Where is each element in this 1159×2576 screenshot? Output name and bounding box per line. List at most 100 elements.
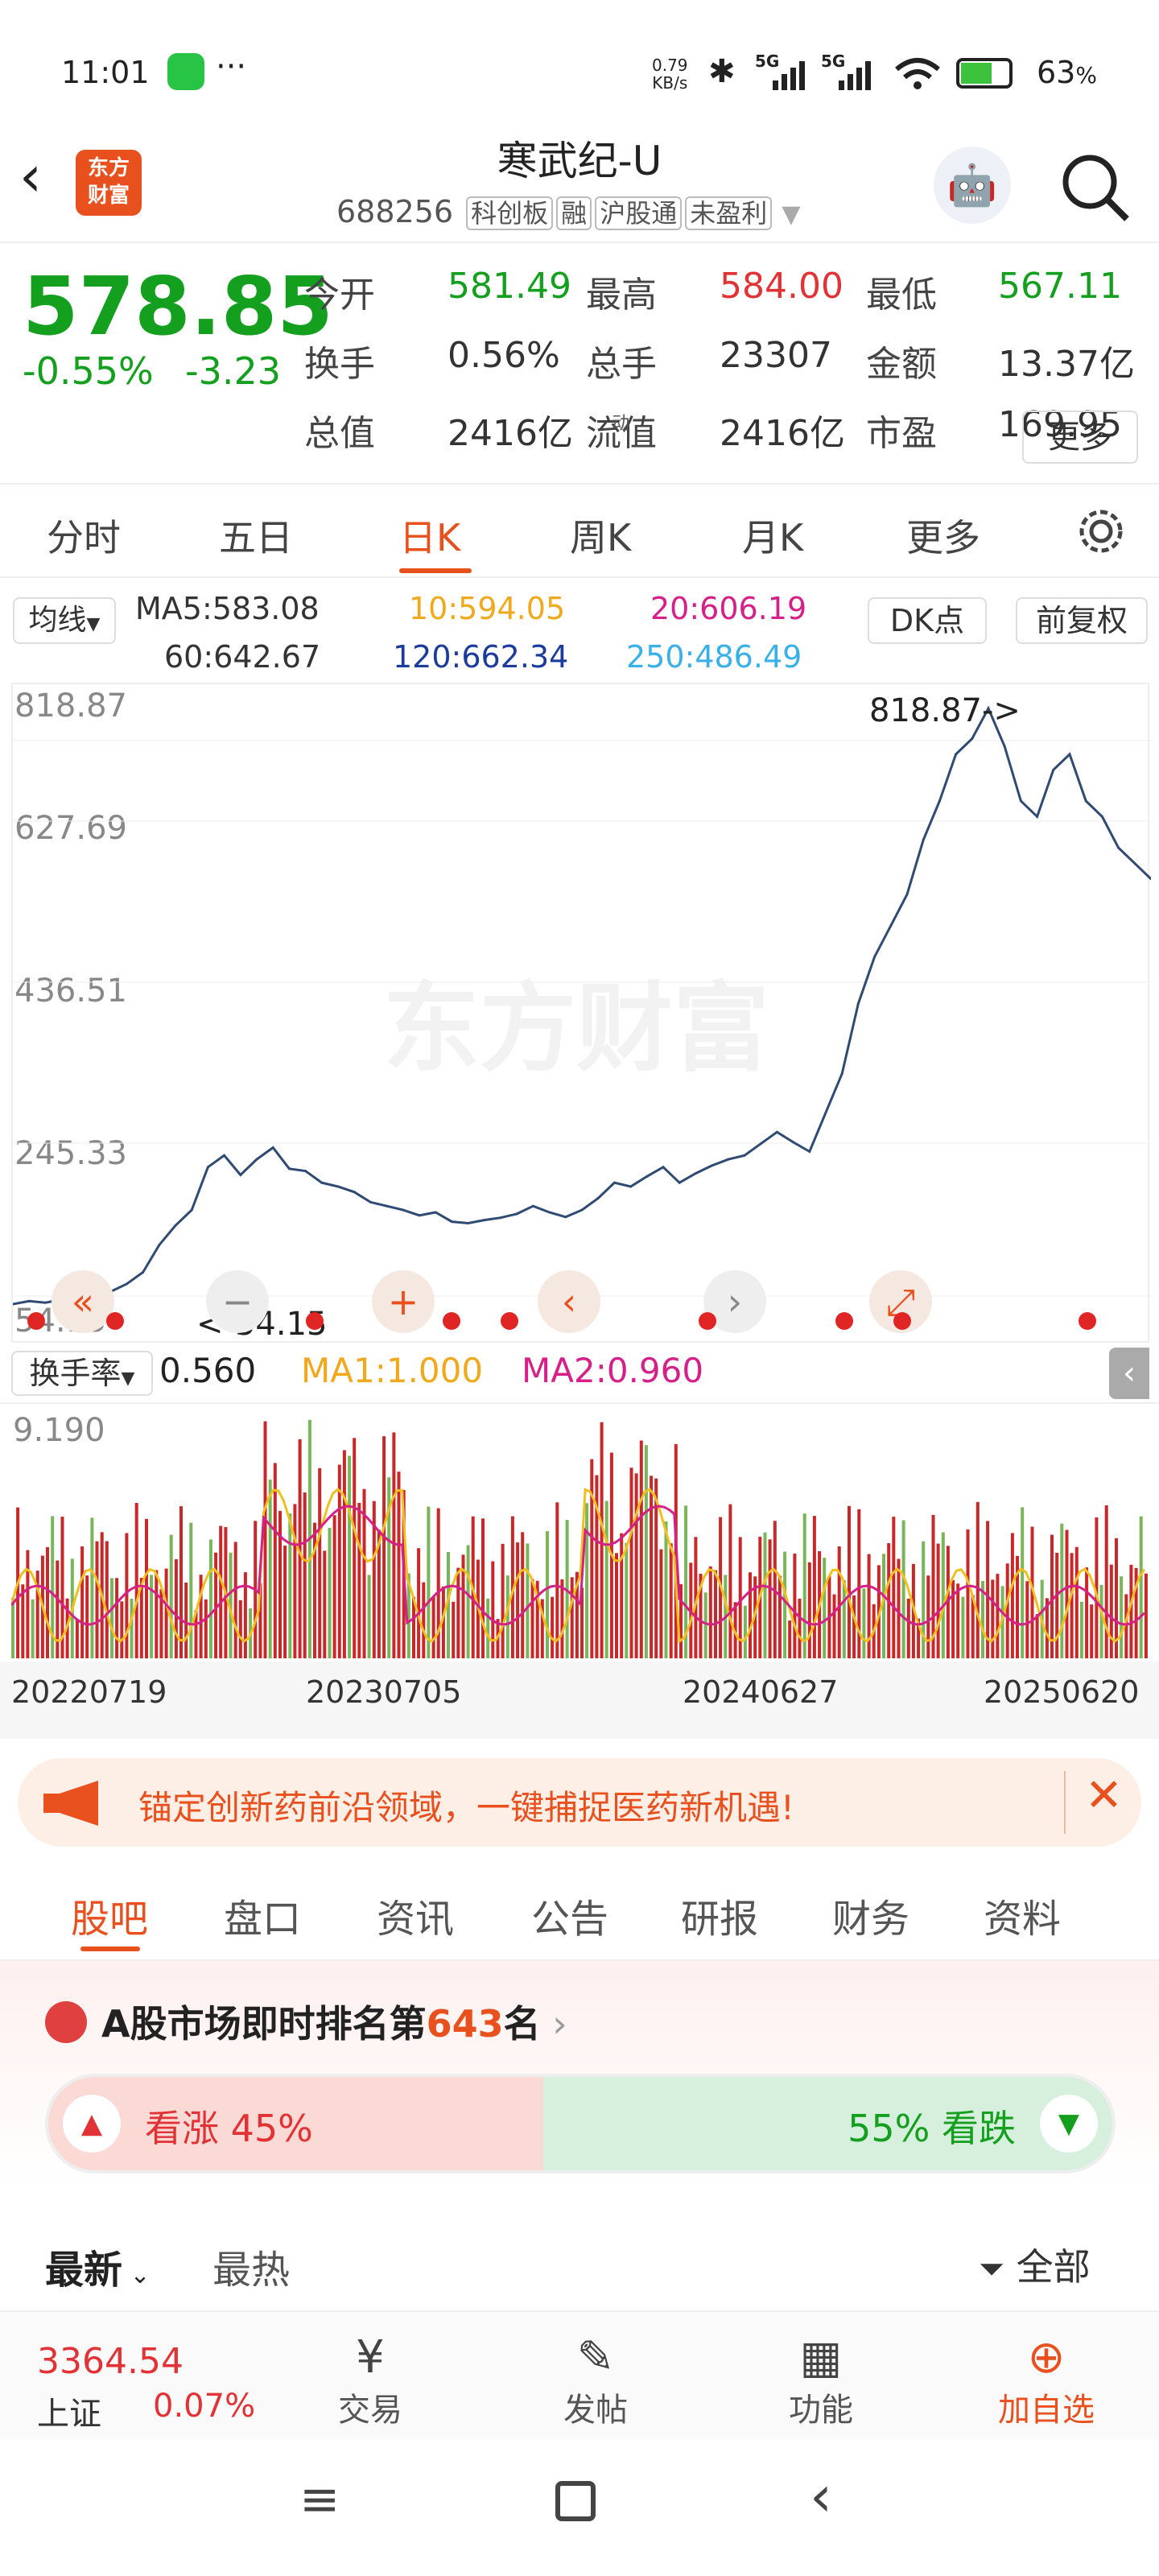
data-point bbox=[43, 1301, 47, 1304]
bottom-nav: 3364.54 上证 0.07% ¥ 交易 ✎ 发帖 ▦ 功能 ⊕ 加自选 bbox=[0, 2310, 1159, 2439]
data-point bbox=[612, 1181, 616, 1184]
volume-bar bbox=[353, 1438, 357, 1658]
data-point bbox=[743, 1154, 746, 1157]
kline-chart[interactable]: 东方财富 818.87627.69436.51245.3354.15 818.8… bbox=[11, 683, 1151, 1343]
dk-button[interactable]: DK点 bbox=[868, 597, 987, 644]
date-label: 20220719 bbox=[11, 1674, 167, 1710]
back-icon[interactable]: ‹ bbox=[19, 143, 42, 209]
nav-trade[interactable]: ¥ 交易 bbox=[298, 2331, 443, 2430]
tab-period[interactable]: 分时 bbox=[47, 509, 121, 562]
stock-tag: 沪股通 bbox=[595, 196, 683, 230]
tab-period[interactable]: 更多 bbox=[906, 509, 980, 562]
chevron-down-icon: ▼ bbox=[782, 200, 801, 229]
volume-bar bbox=[620, 1533, 624, 1658]
event-dot[interactable] bbox=[501, 1312, 518, 1330]
data-point bbox=[905, 893, 909, 896]
sort-hot[interactable]: 最热 bbox=[212, 2238, 290, 2294]
data-point bbox=[1100, 815, 1103, 818]
content-tab[interactable]: 研报 bbox=[681, 1887, 758, 1943]
content-tab[interactable]: 盘口 bbox=[224, 1887, 301, 1943]
tab-period[interactable]: 周K bbox=[570, 509, 631, 562]
zoom-in-icon[interactable]: + bbox=[372, 1270, 435, 1333]
event-dot[interactable] bbox=[893, 1312, 911, 1330]
volume-chart[interactable]: 9.190 bbox=[11, 1404, 1149, 1662]
index-name[interactable]: 上证 bbox=[37, 2388, 101, 2434]
volume-bar bbox=[293, 1504, 297, 1658]
volume-bar bbox=[615, 1553, 618, 1658]
scroll-left-icon[interactable]: « bbox=[52, 1270, 114, 1333]
search-icon[interactable] bbox=[1059, 151, 1132, 224]
volume-bar bbox=[46, 1546, 49, 1658]
home-icon[interactable] bbox=[555, 2481, 596, 2521]
content-tab[interactable]: 资料 bbox=[984, 1887, 1061, 1943]
tab-period[interactable]: 五日 bbox=[219, 509, 293, 562]
event-dot[interactable] bbox=[27, 1312, 45, 1330]
data-point bbox=[255, 1158, 258, 1161]
volume-bar bbox=[184, 1582, 188, 1658]
stock-code-row[interactable]: 688256 科创板融沪股通 未盈利 ▼ bbox=[336, 193, 800, 230]
volume-bar bbox=[431, 1596, 435, 1658]
price-line bbox=[13, 705, 1151, 1306]
menu-icon[interactable]: ≡ bbox=[299, 2471, 340, 2528]
collapse-icon[interactable]: ‹ bbox=[1109, 1348, 1149, 1399]
rank-text[interactable]: A股市场即时排名第643名 › bbox=[101, 1995, 567, 2048]
content-tab[interactable]: 资讯 bbox=[377, 1887, 454, 1943]
stock-tags: 科创板融沪股通 未盈利 bbox=[463, 194, 773, 230]
bullish-bar[interactable]: ▲ 看涨 45% bbox=[48, 2077, 543, 2170]
volume-bar bbox=[901, 1520, 905, 1658]
volume-bar bbox=[208, 1539, 212, 1658]
sort-row: 最新 ⌄ 最热 ⏷ 全部 bbox=[0, 2186, 1159, 2310]
volume-bar bbox=[783, 1551, 787, 1658]
index-pct[interactable]: 0.07% bbox=[153, 2388, 255, 2425]
index-value[interactable]: 3364.54 bbox=[37, 2341, 184, 2382]
nav-functions[interactable]: ▦ 功能 bbox=[749, 2331, 893, 2430]
zoom-out-icon[interactable]: − bbox=[206, 1270, 269, 1333]
event-dot[interactable] bbox=[306, 1312, 324, 1330]
nav-post[interactable]: ✎ 发帖 bbox=[523, 2331, 668, 2430]
data-point bbox=[938, 799, 941, 803]
filter-all[interactable]: ⏷ 全部 bbox=[979, 2238, 1091, 2291]
close-icon[interactable]: ✕ bbox=[1085, 1769, 1123, 1822]
volume-bar bbox=[1021, 1507, 1025, 1658]
data-point bbox=[792, 1141, 795, 1144]
tab-period[interactable]: 日K bbox=[399, 509, 460, 562]
data-point bbox=[662, 1166, 665, 1169]
content-tab[interactable]: 公告 bbox=[531, 1887, 608, 1943]
sort-newest[interactable]: 最新 ⌄ bbox=[45, 2238, 151, 2294]
ma-legend: 均线▼ MA5:583.08 10:594.05 20:606.19 60:64… bbox=[0, 578, 1159, 683]
content-tab[interactable]: 股吧 bbox=[71, 1887, 148, 1943]
bearish-bar[interactable]: 55% 看跌 ▼ bbox=[542, 2077, 1112, 2170]
grid-icon: ▦ bbox=[799, 2331, 843, 2384]
content-tab[interactable]: 财务 bbox=[832, 1887, 909, 1943]
event-dot[interactable] bbox=[835, 1312, 853, 1330]
ma1-label: MA1:1.000 bbox=[301, 1351, 484, 1390]
event-dot[interactable] bbox=[699, 1312, 716, 1330]
volume-bar bbox=[1139, 1516, 1143, 1658]
adjust-button[interactable]: 前复权 bbox=[1016, 597, 1148, 644]
more-button[interactable]: 更多 bbox=[1022, 411, 1138, 464]
quote-value: 2416亿 bbox=[448, 413, 573, 454]
date-label: 20240627 bbox=[683, 1674, 839, 1710]
tab-period[interactable]: 月K bbox=[742, 509, 803, 562]
volume-selector[interactable]: 换手率▼ bbox=[11, 1351, 153, 1396]
data-point bbox=[1133, 861, 1136, 865]
data-point bbox=[889, 924, 893, 927]
volume-bar bbox=[1104, 1505, 1108, 1658]
robot-assistant-icon[interactable]: 🤖 bbox=[934, 147, 1011, 224]
period-tabs: 分时 五日 日K 周K 月K 更多 bbox=[0, 483, 1159, 578]
ma-selector[interactable]: 均线▼ bbox=[13, 597, 116, 644]
prev-icon[interactable]: ‹ bbox=[538, 1270, 600, 1333]
data-point bbox=[402, 1208, 405, 1212]
stock-title[interactable]: 寒武纪-U bbox=[322, 129, 837, 187]
nav-add-watchlist[interactable]: ⊕ 加自选 bbox=[974, 2331, 1119, 2430]
back-nav-icon[interactable]: ‹ bbox=[810, 2463, 832, 2529]
event-dot[interactable] bbox=[106, 1312, 124, 1330]
volume-bar bbox=[491, 1561, 495, 1658]
gear-icon[interactable] bbox=[1075, 506, 1127, 557]
volume-bar bbox=[991, 1579, 995, 1658]
volume-bar bbox=[238, 1600, 242, 1658]
event-dot[interactable] bbox=[443, 1312, 460, 1330]
event-dot[interactable] bbox=[1079, 1312, 1096, 1330]
volume-bar bbox=[21, 1584, 25, 1658]
promo-banner[interactable]: 锚定创新药前沿领域，一键捕捉医药新机遇! ✕ bbox=[18, 1758, 1141, 1847]
